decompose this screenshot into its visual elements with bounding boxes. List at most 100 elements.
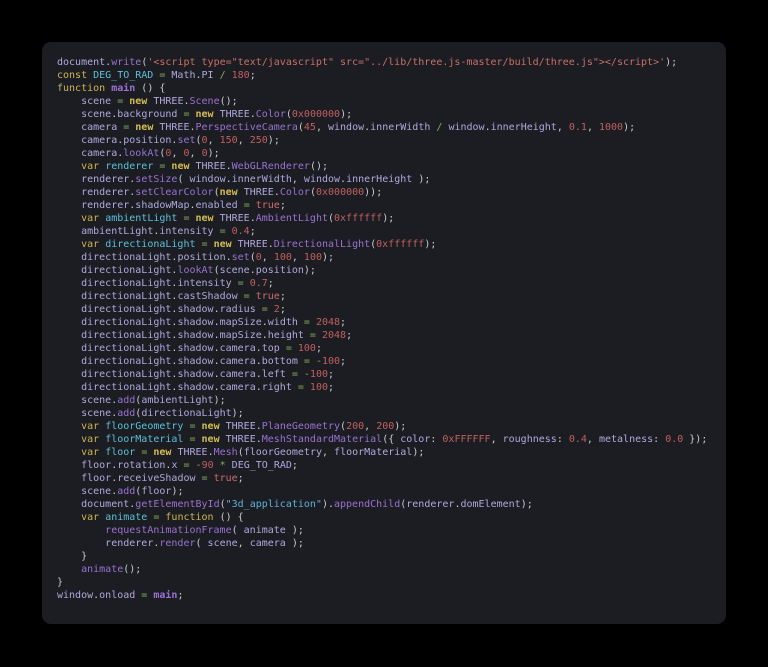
code-token: renderer: [105, 161, 153, 172]
code-token: animate: [105, 512, 147, 523]
code-token: 150: [220, 135, 238, 146]
code-token: =: [177, 109, 195, 120]
code-token: appendChild: [334, 499, 400, 510]
code-token: directionaLight: [81, 356, 171, 367]
code-token: directionaLight: [81, 252, 171, 263]
code-token: innerHeight: [346, 174, 412, 185]
code-token: add: [117, 486, 135, 497]
code-line: var floorGeometry = new THREE.PlaneGeome…: [57, 420, 712, 433]
code-token: ,: [364, 421, 376, 432]
code-token: );: [286, 538, 304, 549]
code-line: directionaLight.position.set(0, 100, 100…: [57, 251, 712, 264]
code-editor-panel[interactable]: document.write('<script type="text/javas…: [42, 42, 726, 624]
code-token: ;: [280, 291, 286, 302]
code-line: document.getElementById("3d_application"…: [57, 498, 712, 511]
code-token: [57, 226, 81, 237]
code-line: requestAnimationFrame( animate );: [57, 524, 712, 537]
code-line: camera.lookAt(0, 0, 0);: [57, 147, 712, 160]
code-token: 100: [298, 343, 316, 354]
code-token: ).: [322, 499, 334, 510]
code-token: );: [171, 486, 183, 497]
code-token: directionaLight: [81, 278, 171, 289]
code-token: "3d_application": [226, 499, 322, 510]
code-token: window: [448, 122, 484, 133]
code-line: document.write('<script type="text/javas…: [57, 56, 712, 69]
code-token: );: [286, 525, 304, 536]
code-token: 100: [304, 252, 322, 263]
code-token: ,: [587, 434, 599, 445]
code-token: =: [196, 239, 214, 250]
code-token: 0x000000: [292, 109, 340, 120]
code-token: THREE: [244, 187, 274, 198]
code-token: THREE: [226, 421, 256, 432]
code-token: function: [57, 83, 111, 94]
code-token: );: [232, 408, 244, 419]
code-token: [57, 538, 105, 549]
code-token: directionaLight: [81, 304, 171, 315]
code-token: document: [81, 499, 129, 510]
code-token: ();: [220, 96, 238, 107]
code-token: width: [268, 317, 298, 328]
code-token: var: [81, 239, 105, 250]
code-token: floor: [81, 460, 111, 471]
code-token: position: [177, 252, 225, 263]
code-token: scene: [81, 395, 111, 406]
code-token: new: [196, 213, 220, 224]
code-token: ,: [316, 122, 328, 133]
code-token: scene: [81, 408, 111, 419]
code-token: 100: [310, 382, 328, 393]
code-token: [57, 564, 81, 575]
code-token: new: [214, 239, 238, 250]
code-line: scene.add(directionaLight);: [57, 407, 712, 420]
code-line: camera = new THREE.PerspectiveCamera(45,…: [57, 121, 712, 134]
code-token: (: [232, 525, 244, 536]
code-line: directionaLight.shadow.camera.bottom = -…: [57, 355, 712, 368]
code-token: 100: [274, 252, 292, 263]
code-token: requestAnimationFrame: [105, 525, 231, 536]
code-token: innerHeight: [491, 122, 557, 133]
code-token: );: [521, 499, 533, 510]
code-token: 0.7: [250, 278, 268, 289]
code-token: shadowMap: [135, 200, 189, 211]
code-token: ;: [328, 382, 334, 393]
code-token: /: [430, 122, 448, 133]
code-token: intensity: [159, 226, 213, 237]
code-token: animate: [81, 564, 123, 575]
code-token: shadow: [177, 382, 213, 393]
code-token: 0xffffff: [334, 213, 382, 224]
code-token: rotation: [117, 460, 165, 471]
code-token: var: [81, 213, 105, 224]
code-token: camera: [220, 356, 256, 367]
code-token: });: [683, 434, 707, 445]
code-token: [57, 382, 81, 393]
code-token: main: [111, 83, 135, 94]
code-line: var renderer = new THREE.WebGLRenderer()…: [57, 160, 712, 173]
code-token: THREE: [159, 122, 189, 133]
code-token: left: [262, 369, 286, 380]
code-token: =: [298, 317, 316, 328]
code-token: 200: [376, 421, 394, 432]
code-token: WebGLRenderer: [232, 161, 310, 172]
code-token: getElementById: [135, 499, 219, 510]
code-token: /: [214, 70, 232, 81]
code-token: ambientLight: [81, 226, 153, 237]
code-token: ,: [190, 148, 202, 159]
code-token: scene: [81, 109, 111, 120]
code-token: THREE: [226, 434, 256, 445]
code-token: 45: [304, 122, 316, 133]
code-token: [57, 473, 81, 484]
code-token: [57, 525, 105, 536]
code-token: Scene: [190, 96, 220, 107]
code-token: }: [57, 577, 63, 588]
code-token: new: [202, 434, 226, 445]
code-token: =: [135, 590, 153, 601]
code-line: floor.receiveShadow = true;: [57, 472, 712, 485]
code-token: directionaLight: [81, 330, 171, 341]
code-content[interactable]: document.write('<script type="text/javas…: [57, 56, 712, 602]
code-token: ;: [238, 473, 244, 484]
code-token: new: [153, 447, 177, 458]
code-token: );: [208, 148, 220, 159]
code-token: floorGeometry: [244, 447, 322, 458]
code-token: );: [623, 122, 635, 133]
code-token: 250: [250, 135, 268, 146]
